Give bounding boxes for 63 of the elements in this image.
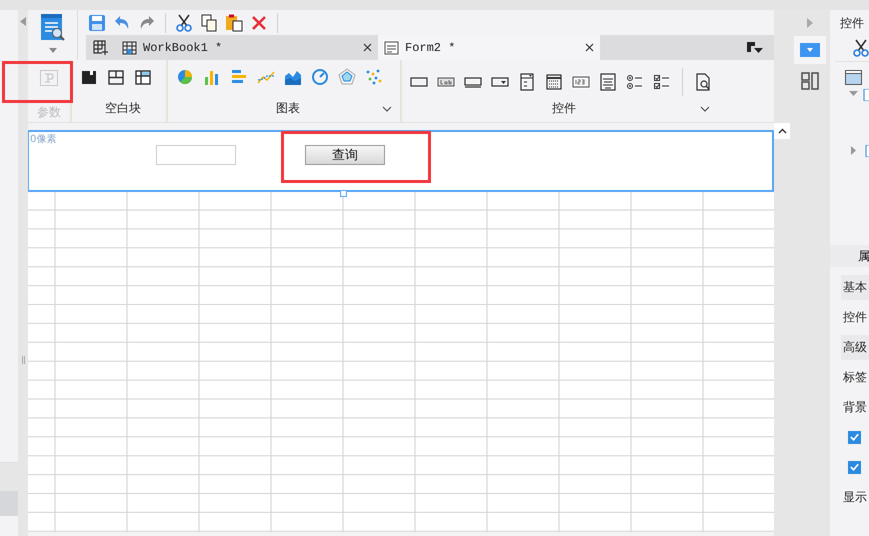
text-area-icon[interactable] xyxy=(599,73,617,91)
ribbon-group-label: 控件 xyxy=(552,100,576,117)
input-field[interactable] xyxy=(156,145,236,165)
horizontal-bar-icon[interactable] xyxy=(230,68,248,86)
close-icon[interactable] xyxy=(585,43,594,52)
properties-header[interactable]: 属 xyxy=(830,245,869,267)
bar-chart-icon[interactable] xyxy=(203,68,221,86)
property-label: 显示 xyxy=(843,488,867,506)
tab-label: WorkBook1 * xyxy=(143,40,224,54)
annotation-box xyxy=(2,61,73,103)
document-preview-icon[interactable] xyxy=(40,13,66,43)
dropdown-caret-icon[interactable] xyxy=(48,48,56,53)
calendar-icon[interactable] xyxy=(545,73,563,91)
splitter-grip-icon[interactable] xyxy=(22,356,24,364)
redo-icon[interactable] xyxy=(138,14,156,32)
ribbon-group-label: 空白块 xyxy=(105,100,141,117)
scatter-chart-icon[interactable] xyxy=(365,68,383,86)
combo-list-icon[interactable] xyxy=(518,73,536,91)
tab-menu-icon[interactable] xyxy=(746,40,764,54)
chevron-down-icon[interactable] xyxy=(700,106,710,112)
gauge-icon[interactable] xyxy=(311,68,329,86)
chevron-down-icon[interactable] xyxy=(382,106,392,112)
close-icon[interactable] xyxy=(363,43,372,52)
form-node-icon[interactable] xyxy=(845,70,862,85)
form-icon xyxy=(384,40,399,54)
checkbox-group-icon[interactable] xyxy=(653,73,671,91)
property-label: 标签 xyxy=(843,368,867,386)
table-layout-icon[interactable] xyxy=(134,68,152,86)
area-chart-icon[interactable] xyxy=(284,68,302,86)
copy-icon[interactable] xyxy=(200,14,218,32)
query-button[interactable]: 查询 xyxy=(305,145,385,165)
parameter-label: 参数 xyxy=(37,104,61,121)
split-layout-icon[interactable] xyxy=(107,68,125,86)
block-icon[interactable] xyxy=(80,68,98,86)
document-tab[interactable]: Form2 * xyxy=(378,35,600,60)
section-label[interactable]: 基本 xyxy=(841,274,869,300)
undo-icon[interactable] xyxy=(113,14,131,32)
resize-handle[interactable] xyxy=(340,190,347,197)
section-label[interactable]: 高级 xyxy=(841,334,869,360)
panel-strip xyxy=(0,463,18,491)
paste-icon[interactable] xyxy=(225,14,243,32)
scissors-icon[interactable] xyxy=(175,14,193,32)
grid-icon xyxy=(122,40,137,54)
delete-icon[interactable] xyxy=(250,14,268,32)
add-grid-icon[interactable] xyxy=(93,40,109,55)
property-label: 控件 xyxy=(843,308,867,326)
layout-icon[interactable] xyxy=(801,72,819,90)
search-document-icon[interactable] xyxy=(694,73,712,91)
scroll-up-icon[interactable] xyxy=(774,123,790,139)
ribbon-group-label: 图表 xyxy=(276,100,300,117)
scissors-icon[interactable] xyxy=(853,39,869,57)
radar-chart-icon[interactable] xyxy=(338,68,356,86)
tree-node-drawing[interactable] xyxy=(849,89,869,101)
margin-label: 0像素 xyxy=(30,132,56,146)
pie-chart-icon[interactable] xyxy=(176,68,194,86)
property-label: 背景 xyxy=(843,398,867,416)
tab-label: Form2 * xyxy=(405,40,456,54)
save-icon[interactable] xyxy=(88,14,106,32)
checkbox[interactable] xyxy=(848,430,861,444)
checkbox[interactable] xyxy=(848,460,861,474)
radio-group-icon[interactable] xyxy=(626,73,644,91)
panel-title: 控件 xyxy=(839,15,865,32)
tree-node-drawing[interactable] xyxy=(851,145,869,157)
